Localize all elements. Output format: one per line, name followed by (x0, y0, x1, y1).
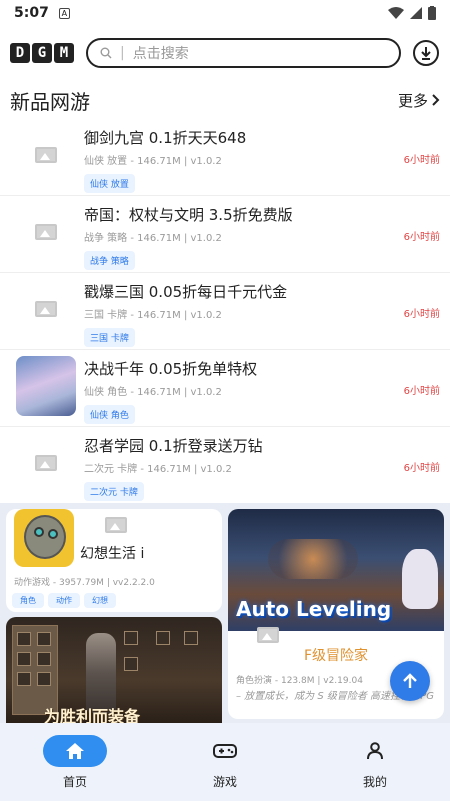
status-icons (388, 6, 436, 20)
signal-icon (410, 7, 422, 19)
list-item[interactable]: 忍者学园 0.1折登录送万钻 二次元 卡牌 - 146.71M | v1.0.2… (0, 427, 450, 504)
app-logo: D G M (10, 43, 74, 63)
inventory-panel (12, 625, 58, 715)
card-tag: 动作 (48, 593, 80, 608)
image-placeholder-icon (35, 455, 57, 471)
game-meta: 二次元 卡牌 - 146.71M | v1.0.2 (84, 464, 232, 475)
list-item[interactable]: 帝国：权杖与文明 3.5折免费版 战争 策略 - 146.71M | v1.0.… (0, 196, 450, 273)
game-tag: 仙侠 放置 (84, 174, 135, 193)
card-tag: 角色 (12, 593, 44, 608)
nav-home[interactable]: 首页 (0, 723, 150, 801)
game-tag: 三国 卡牌 (84, 328, 135, 347)
more-label: 更多 (397, 91, 428, 110)
card-title: 幻想生活 i (80, 546, 145, 562)
nav-label: 游戏 (212, 775, 237, 789)
card-banner: Auto Leveling (228, 509, 444, 631)
search-placeholder: 点击搜索 (132, 46, 189, 62)
card-meta: 动作游戏 - 3957.79M | vv2.2.2.0 (14, 578, 155, 588)
banner-text: Auto Leveling (236, 597, 392, 621)
section-title: 新品网游 (10, 89, 90, 114)
logo-letter: D (10, 43, 30, 63)
logo-letter: M (54, 43, 74, 63)
release-time: 6小时前 (403, 386, 440, 397)
game-name: 忍者学园 0.1折登录送万钻 (84, 437, 263, 455)
hero-figure (86, 633, 116, 713)
download-button[interactable] (413, 40, 439, 66)
game-tag: 仙侠 角色 (84, 405, 135, 424)
card-meta: 角色扮演 - 123.8M | v2.19.04 (236, 676, 363, 686)
arrow-up-icon (403, 673, 417, 688)
list-item[interactable]: 决战千年 0.05折免单特权 仙侠 角色 - 146.71M | v1.0.2 … (0, 350, 450, 427)
search-divider: | (120, 45, 125, 61)
image-placeholder-icon (104, 515, 128, 535)
more-link[interactable]: 更多 (398, 90, 440, 111)
gamepad-icon (193, 735, 257, 767)
image-placeholder-icon (256, 625, 280, 645)
battery-icon (428, 6, 436, 20)
home-icon (43, 735, 107, 767)
image-placeholder-icon (35, 224, 57, 240)
section-header: 新品网游 更多 (0, 80, 450, 120)
person-icon (343, 735, 407, 767)
image-placeholder-icon (35, 147, 57, 163)
game-thumbnail (16, 202, 76, 262)
release-time: 6小时前 (403, 232, 440, 243)
game-tag: 战争 策略 (84, 251, 135, 270)
release-time: 6小时前 (403, 155, 440, 166)
status-bar: 5:07 A (0, 0, 450, 26)
game-name: 决战千年 0.05折免单特权 (84, 360, 258, 378)
game-name: 戳爆三国 0.05折每日千元代金 (84, 283, 288, 301)
top-bar: D G M | 点击搜索 (0, 26, 450, 80)
game-meta: 仙侠 角色 - 146.71M | v1.0.2 (84, 387, 222, 398)
game-icon (14, 509, 74, 567)
game-name: 御剑九宫 0.1折天天648 (84, 129, 247, 147)
nav-label: 我的 (362, 775, 387, 789)
chevron-right-icon (432, 94, 440, 106)
download-circle-icon (421, 47, 431, 60)
game-meta: 仙侠 放置 - 146.71M | v1.0.2 (84, 156, 222, 167)
card-tag: 幻想 (84, 593, 116, 608)
release-time: 6小时前 (403, 309, 440, 320)
game-meta: 战争 策略 - 146.71M | v1.0.2 (84, 233, 222, 244)
notification-a-icon: A (58, 7, 70, 19)
release-time: 6小时前 (403, 463, 440, 474)
nav-label: 首页 (62, 775, 87, 789)
wifi-icon (388, 7, 404, 19)
search-icon (100, 47, 112, 59)
scroll-top-button[interactable] (390, 661, 430, 701)
game-card[interactable]: 幻想生活 i 动作游戏 - 3957.79M | vv2.2.2.0 角色 动作… (6, 509, 222, 612)
game-name: 帝国：权杖与文明 3.5折免费版 (84, 206, 293, 224)
nav-mine[interactable]: 我的 (300, 723, 450, 801)
game-thumbnail (16, 356, 76, 416)
game-thumbnail (16, 279, 76, 339)
search-input[interactable]: | 点击搜索 (86, 38, 401, 68)
game-thumbnail (16, 125, 76, 185)
game-meta: 三国 卡牌 - 146.71M | v1.0.2 (84, 310, 222, 321)
banner-caption: 为胜利而装备 (44, 707, 141, 723)
status-time: 5:07 (14, 5, 49, 21)
logo-letter: G (32, 43, 52, 63)
list-item[interactable]: 戳爆三国 0.05折每日千元代金 三国 卡牌 - 146.71M | v1.0.… (0, 273, 450, 350)
list-item[interactable]: 御剑九宫 0.1折天天648 仙侠 放置 - 146.71M | v1.0.2 … (0, 119, 450, 196)
game-thumbnail (16, 433, 76, 493)
bottom-nav: 首页 游戏 我的 (0, 723, 450, 801)
game-list: 御剑九宫 0.1折天天648 仙侠 放置 - 146.71M | v1.0.2 … (0, 119, 450, 504)
nav-games[interactable]: 游戏 (150, 723, 300, 801)
recommend-area: 幻想生活 i 动作游戏 - 3957.79M | vv2.2.2.0 角色 动作… (0, 503, 450, 723)
game-tag: 二次元 卡牌 (84, 482, 144, 501)
image-placeholder-icon (35, 301, 57, 317)
game-card[interactable]: 为胜利而装备 (6, 617, 222, 723)
